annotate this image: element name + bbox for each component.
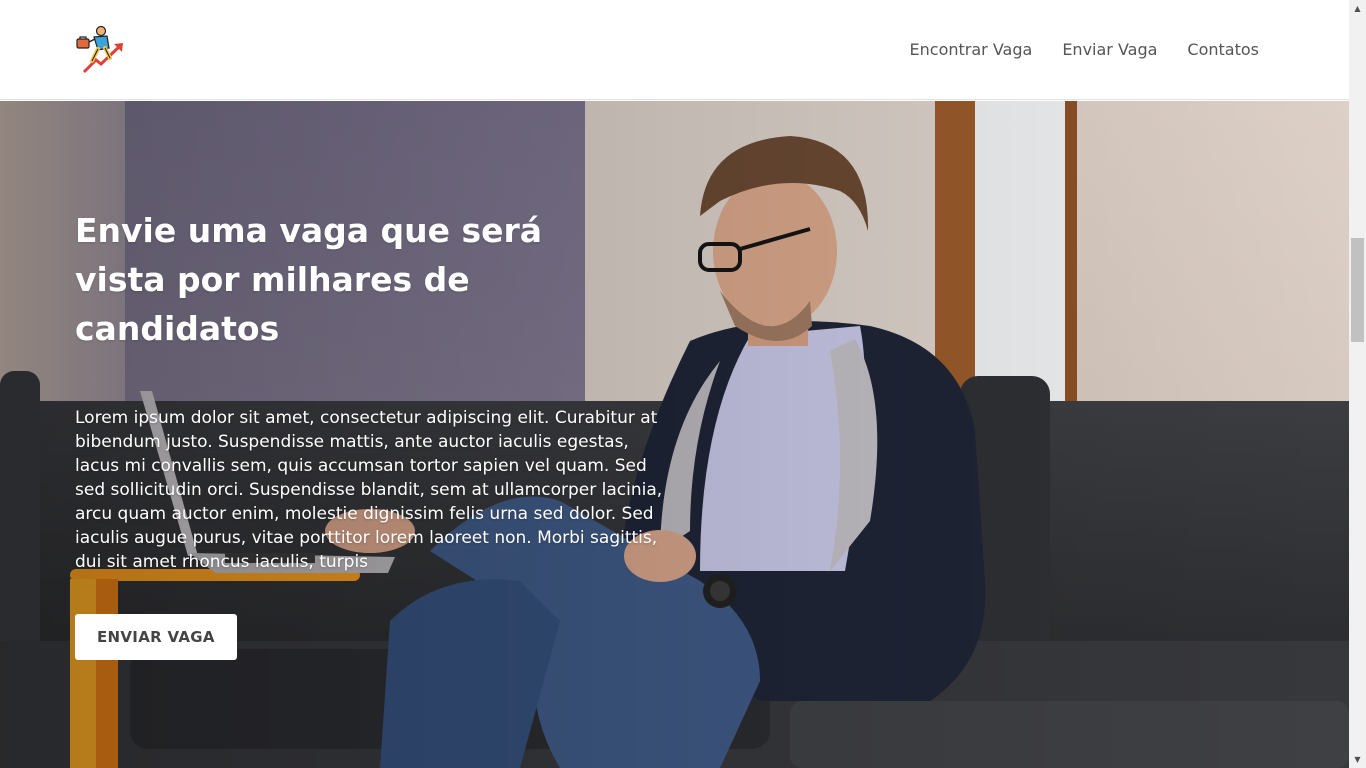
hero-content: Envie uma vaga que será vista por milhar… bbox=[75, 206, 675, 660]
nav-encontrar-vaga[interactable]: Encontrar Vaga bbox=[910, 39, 1033, 61]
page-scrollbar[interactable]: ▲ ▼ bbox=[1349, 0, 1366, 768]
page: Encontrar Vaga Enviar Vaga Contatos Envi… bbox=[0, 0, 1349, 768]
climbing-worker-growth-arrow-icon bbox=[76, 25, 123, 74]
nav-enviar-vaga[interactable]: Enviar Vaga bbox=[1062, 39, 1157, 61]
scroll-thumb[interactable] bbox=[1351, 238, 1364, 342]
hero-description: Lorem ipsum dolor sit amet, consectetur … bbox=[75, 408, 663, 572]
hero-title: Envie uma vaga que será vista por milhar… bbox=[75, 211, 543, 348]
nav-contatos[interactable]: Contatos bbox=[1187, 39, 1259, 61]
hero-section: Envie uma vaga que será vista por milhar… bbox=[0, 101, 1349, 768]
scroll-down-arrow-icon[interactable]: ▼ bbox=[1349, 751, 1366, 768]
site-header: Encontrar Vaga Enviar Vaga Contatos bbox=[0, 0, 1349, 100]
scroll-up-arrow-icon[interactable]: ▲ bbox=[1349, 0, 1366, 17]
logo[interactable] bbox=[74, 24, 126, 76]
enviar-vaga-button[interactable]: ENVIAR VAGA bbox=[75, 614, 237, 660]
main-nav: Encontrar Vaga Enviar Vaga Contatos bbox=[910, 39, 1259, 61]
